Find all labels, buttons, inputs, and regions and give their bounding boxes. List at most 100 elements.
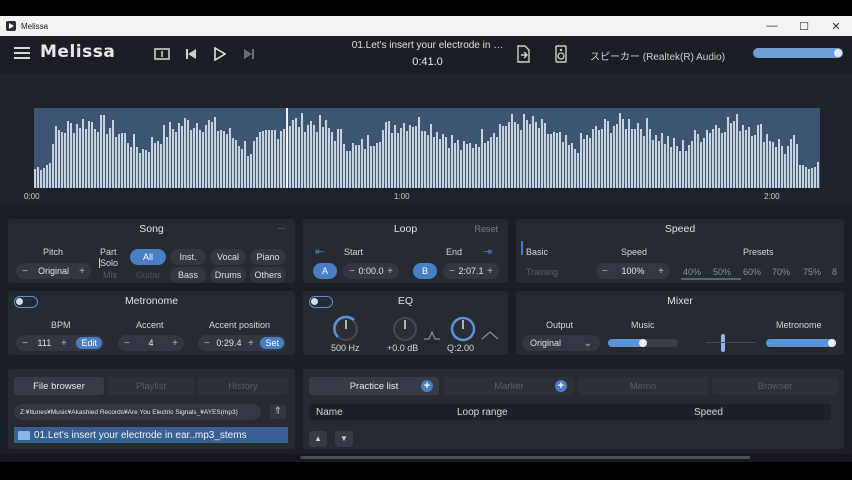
close-button[interactable]: ✕ [820,20,852,33]
loop-start-label: Start [344,247,364,257]
tab-history[interactable]: History [198,377,288,395]
up-folder-icon[interactable]: ⇑ [270,405,286,419]
loop-end-stepper[interactable]: −2:07.1 + [443,263,499,279]
part-bass-button[interactable]: Bass [170,267,206,283]
bpm-edit-button[interactable]: Edit [76,337,102,349]
metronome-volume-slider[interactable] [766,339,836,347]
waveform-bar [730,122,732,188]
part-others-button[interactable]: Others [250,267,286,283]
music-volume-thumb[interactable] [639,339,647,347]
part-inst-button[interactable]: Inst. [170,249,206,265]
waveform-bar [301,112,303,188]
volume-slider[interactable] [753,48,843,58]
waveform-bar [739,130,741,188]
tab-file-browser[interactable]: File browser [14,377,104,395]
waveform-bar [628,118,630,188]
music-volume-slider[interactable] [608,339,678,347]
speed-training-tab[interactable]: Training [526,267,558,277]
preset-60[interactable]: 60% [743,267,761,277]
part-guitar-button[interactable]: Guitar [130,267,166,283]
speed-stepper[interactable]: −100% + [596,263,670,279]
part-all-button[interactable]: All [130,249,166,265]
column-loop-range[interactable]: Loop range [457,407,508,418]
preset-75[interactable]: 75% [803,267,821,277]
waveform-bar [688,145,690,188]
waveform-bar [259,132,261,188]
waveform-bar [367,134,369,188]
eq-q-knob[interactable] [448,314,478,344]
loop-a-button[interactable]: A [313,263,337,279]
waveform-bar [436,131,438,188]
accent-stepper[interactable]: −4 + [118,335,184,351]
tab-browser[interactable]: Browser [712,377,838,395]
loop-reset-button[interactable]: Reset [474,224,498,234]
output-select[interactable]: Original ⌄ [522,335,600,351]
solo-label[interactable]: Solo [100,258,118,268]
minimize-button[interactable]: — [756,20,788,33]
jump-to-start-icon[interactable]: ⇤ [315,245,324,258]
export-file-icon[interactable] [513,44,533,64]
waveform-bar [208,120,210,188]
folder-icon [18,430,30,440]
tab-practice-list[interactable]: Practice list [309,377,439,395]
waveform-bar [88,120,90,188]
playhead[interactable] [285,108,288,188]
accent-position-stepper[interactable]: −0:29.4 + Set [198,335,286,351]
song-more-button[interactable]: ... [277,221,285,231]
waveform-bar [358,145,360,188]
waveform-bar [295,117,297,188]
repeat-icon[interactable] [152,44,172,64]
add-practice-icon[interactable]: + [421,380,433,392]
horizontal-scrollbar[interactable] [300,456,750,459]
waveform-bar [319,115,321,188]
path-select[interactable]: Z:¥Itunes¥Music¥Akashied Records¥Are You… [14,404,261,420]
presets-scrollbar[interactable] [681,278,741,280]
waveform-bar [577,153,579,188]
preset-70[interactable]: 70% [772,267,790,277]
column-speed[interactable]: Speed [694,407,723,418]
waveform-bar [787,146,789,188]
speed-basic-tab[interactable]: Basic [526,247,548,257]
waveform-bar [469,142,471,188]
metronome-volume-thumb[interactable] [828,339,836,347]
brand-logo: Melissa [40,42,116,62]
move-down-icon[interactable]: ▼ [335,431,353,447]
bpm-stepper[interactable]: −111 + Edit [16,335,104,351]
part-vocal-button[interactable]: Vocal [210,249,246,265]
move-up-icon[interactable]: ▲ [309,431,327,447]
eq-gain-knob[interactable] [390,314,420,344]
preset-more[interactable]: 8 [832,267,837,277]
speaker-icon[interactable] [551,44,571,64]
column-name[interactable]: Name [316,407,343,418]
waveform-bar [322,127,324,188]
file-list-item[interactable]: 01.Let's insert your electrode in ear..m… [14,427,288,443]
accent-position-set-button[interactable]: Set [260,337,284,349]
waveform-bar [370,145,372,188]
jump-to-end-icon[interactable]: ⇥ [483,245,492,258]
add-marker-icon[interactable]: + [555,380,567,392]
preset-40[interactable]: 40% [683,267,701,277]
loop-b-button[interactable]: B [413,263,437,279]
previous-icon[interactable] [181,44,201,64]
volume-thumb[interactable] [834,49,842,57]
tab-memo[interactable]: Memo [578,377,708,395]
menu-icon[interactable] [14,47,30,59]
maximize-button[interactable]: ☐ [788,20,820,33]
pitch-stepper[interactable]: − Original + [16,263,91,279]
balance-handle[interactable] [721,334,725,352]
output-device[interactable]: スピーカー (Realtek(R) Audio) [590,48,725,63]
metronome-title: Metronome [124,295,179,307]
part-drums-button[interactable]: Drums [210,267,246,283]
preset-50[interactable]: 50% [713,267,731,277]
loop-start-stepper[interactable]: −0:00.0 + [343,263,399,279]
next-icon[interactable] [239,44,259,64]
part-piano-button[interactable]: Piano [250,249,286,265]
mix-label[interactable]: Mix [103,270,117,280]
eq-frequency-knob[interactable] [331,314,361,344]
waveform-bar [661,133,663,188]
loop-start-value: 0:00.0 [358,266,384,276]
waveform-bar [457,139,459,188]
play-icon[interactable] [209,44,229,64]
tab-playlist[interactable]: Playlist [108,377,194,395]
waveform-view[interactable]: 0:00 1:00 2:00 [0,74,852,204]
